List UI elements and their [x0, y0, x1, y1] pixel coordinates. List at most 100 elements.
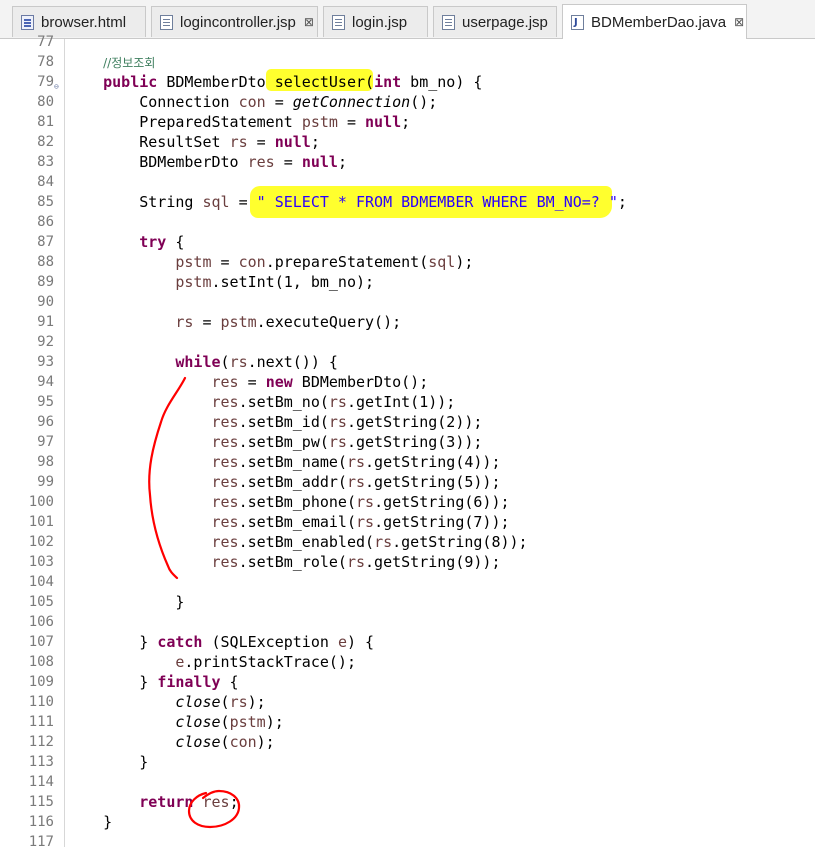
code-line[interactable]: 116 }: [0, 812, 815, 832]
code-line[interactable]: 105 }: [0, 592, 815, 612]
code-token: try: [139, 233, 167, 251]
code-line[interactable]: 90: [0, 292, 815, 312]
code-line[interactable]: 115 return res;: [0, 792, 815, 812]
code-line[interactable]: 110 close(rs);: [0, 692, 815, 712]
code-token: con: [238, 93, 266, 111]
code-text: PreparedStatement pstm = null;: [67, 112, 410, 132]
line-number: 99: [37, 474, 54, 490]
line-number: 108: [28, 654, 54, 670]
jsp-file-icon: [442, 14, 455, 30]
code-text: res.setBm_email(rs.getString(7));: [67, 512, 510, 532]
code-token: res: [202, 793, 230, 811]
line-number: 78: [37, 54, 54, 70]
code-token: =: [247, 133, 275, 151]
code-token: (: [220, 693, 230, 711]
code-line[interactable]: 96 res.setBm_id(rs.getString(2));: [0, 412, 815, 432]
code-line[interactable]: 112 close(con);: [0, 732, 815, 752]
code-line[interactable]: 80 Connection con = getConnection();: [0, 92, 815, 112]
code-text: res.setBm_addr(rs.getString(5));: [67, 472, 501, 492]
code-line[interactable]: 84: [0, 172, 815, 192]
code-line[interactable]: 102 res.setBm_enabled(rs.getString(8));: [0, 532, 815, 552]
code-text: String sql = " SELECT * FROM BDMEMBER WH…: [67, 192, 627, 212]
code-line[interactable]: 113 }: [0, 752, 815, 772]
code-line[interactable]: 79 ⊖ public BDMemberDto selectUser(int bm…: [0, 72, 815, 92]
code-token: con: [229, 733, 257, 751]
line-number: 112: [28, 734, 54, 750]
java-file-icon: J: [571, 14, 584, 30]
code-text: //정보조회: [67, 52, 155, 73]
code-token: " SELECT * FROM BDMEMBER WHERE BM_NO=? ": [256, 193, 618, 211]
code-line[interactable]: 99 res.setBm_addr(rs.getString(5));: [0, 472, 815, 492]
code-token: {: [220, 673, 239, 691]
code-line[interactable]: 114: [0, 772, 815, 792]
code-line[interactable]: 85 String sql = " SELECT * FROM BDMEMBER…: [0, 192, 815, 212]
code-line[interactable]: 82 ResultSet rs = null;: [0, 132, 815, 152]
code-text: res.setBm_pw(rs.getString(3));: [67, 432, 483, 452]
code-token: res: [211, 453, 239, 471]
code-line[interactable]: 95 res.setBm_no(rs.getInt(1));: [0, 392, 815, 412]
code-text: }: [67, 592, 184, 612]
code-line[interactable]: 103 res.setBm_role(rs.getString(9));: [0, 552, 815, 572]
code-line[interactable]: 89 pstm.setInt(1, bm_no);: [0, 272, 815, 292]
code-line[interactable]: 93 while(rs.next()) {: [0, 352, 815, 372]
code-line[interactable]: 81 PreparedStatement pstm = null;: [0, 112, 815, 132]
code-token: }: [67, 813, 113, 831]
code-line[interactable]: 78 //정보조회: [0, 52, 815, 72]
close-tab-icon[interactable]: ⊠: [734, 15, 744, 29]
code-token: ;: [401, 113, 411, 131]
line-number: 96: [37, 414, 54, 430]
code-line[interactable]: 91 rs = pstm.executeQuery();: [0, 312, 815, 332]
code-text: try {: [67, 232, 184, 252]
code-line[interactable]: 104: [0, 572, 815, 592]
code-line[interactable]: 100 res.setBm_phone(rs.getString(6));: [0, 492, 815, 512]
code-line[interactable]: 92: [0, 332, 815, 352]
code-token: rs: [356, 493, 375, 511]
code-token: (: [220, 353, 230, 371]
code-token: BDMemberDto();: [292, 373, 429, 391]
code-line[interactable]: 109 } finally {: [0, 672, 815, 692]
line-number: 97: [37, 434, 54, 450]
code-line[interactable]: 107 } catch (SQLException e) {: [0, 632, 815, 652]
code-token: rs: [229, 353, 248, 371]
code-editor[interactable]: 77 78 //정보조회 79 ⊖ public BDMemberDto select…: [0, 34, 815, 850]
tab-label: logincontroller.jsp: [180, 13, 296, 31]
code-token: );: [256, 733, 275, 751]
code-line[interactable]: 87 try {: [0, 232, 815, 252]
code-token: ResultSet: [67, 133, 230, 151]
code-token: =: [193, 313, 221, 331]
code-line[interactable]: 108 e.printStackTrace();: [0, 652, 815, 672]
code-line[interactable]: 88 pstm = con.prepareStatement(sql);: [0, 252, 815, 272]
code-token: res: [211, 413, 239, 431]
code-token: rs: [229, 693, 248, 711]
code-line[interactable]: 83 BDMemberDto res = null;: [0, 152, 815, 172]
code-line[interactable]: 97 res.setBm_pw(rs.getString(3));: [0, 432, 815, 452]
close-tab-icon[interactable]: ⊠: [304, 15, 314, 29]
code-line[interactable]: 106: [0, 612, 815, 632]
code-token: .setInt(1, bm_no);: [211, 273, 375, 291]
code-token: .setBm_name(: [238, 453, 347, 471]
code-token: );: [455, 253, 474, 271]
code-line[interactable]: 94 res = new BDMemberDto();: [0, 372, 815, 392]
code-token: res: [211, 513, 239, 531]
code-token: finally: [157, 673, 221, 691]
code-token: .getString(8));: [392, 533, 528, 551]
code-token: //정보조회: [103, 56, 156, 70]
code-token: .setBm_addr(: [238, 473, 347, 491]
tab-label: browser.html: [41, 13, 127, 31]
code-line[interactable]: 77: [0, 32, 815, 52]
code-token: }: [67, 633, 158, 651]
code-token: pstm: [175, 273, 212, 291]
line-number: 95: [37, 394, 54, 410]
code-line[interactable]: 101 res.setBm_email(rs.getString(7));: [0, 512, 815, 532]
line-number: 107: [28, 634, 54, 650]
code-line[interactable]: 111 close(pstm);: [0, 712, 815, 732]
line-number: 79: [37, 74, 54, 90]
code-line[interactable]: 117: [0, 832, 815, 852]
code-line[interactable]: 98 res.setBm_name(rs.getString(4));: [0, 452, 815, 472]
code-line[interactable]: 86: [0, 212, 815, 232]
line-number: 82: [37, 134, 54, 150]
